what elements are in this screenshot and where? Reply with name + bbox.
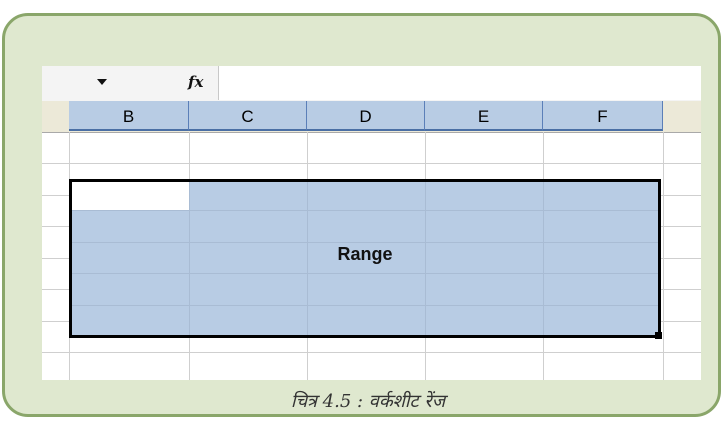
spreadsheet: fx B C D E F Range [42,66,701,380]
formula-input[interactable] [218,66,701,100]
formula-bar: fx [42,66,701,102]
column-headers: B C D E F [42,101,701,133]
column-header-f[interactable]: F [543,101,663,131]
active-cell[interactable] [72,182,189,210]
column-header-d[interactable]: D [307,101,425,131]
name-box-dropdown-icon[interactable] [97,79,107,85]
column-header-c[interactable]: C [189,101,307,131]
range-gridline [72,210,658,211]
column-header-b[interactable]: B [69,101,189,131]
column-gridline [663,132,664,380]
column-header-e[interactable]: E [425,101,543,131]
fx-icon[interactable]: fx [188,73,203,91]
figure-caption: चित्र 4.5 : वर्कशीट रेंज [290,391,446,412]
fill-handle[interactable] [655,332,662,339]
range-label: Range [337,244,393,264]
row-gridline [42,163,701,164]
range-gridline [72,242,658,243]
figure-frame: fx B C D E F Range चित्र 4.5: वर्कशीट र… [2,13,721,417]
selected-range[interactable]: Range [69,179,661,338]
range-gridline [72,273,658,274]
range-gridline [72,305,658,306]
row-gridline [42,352,701,353]
